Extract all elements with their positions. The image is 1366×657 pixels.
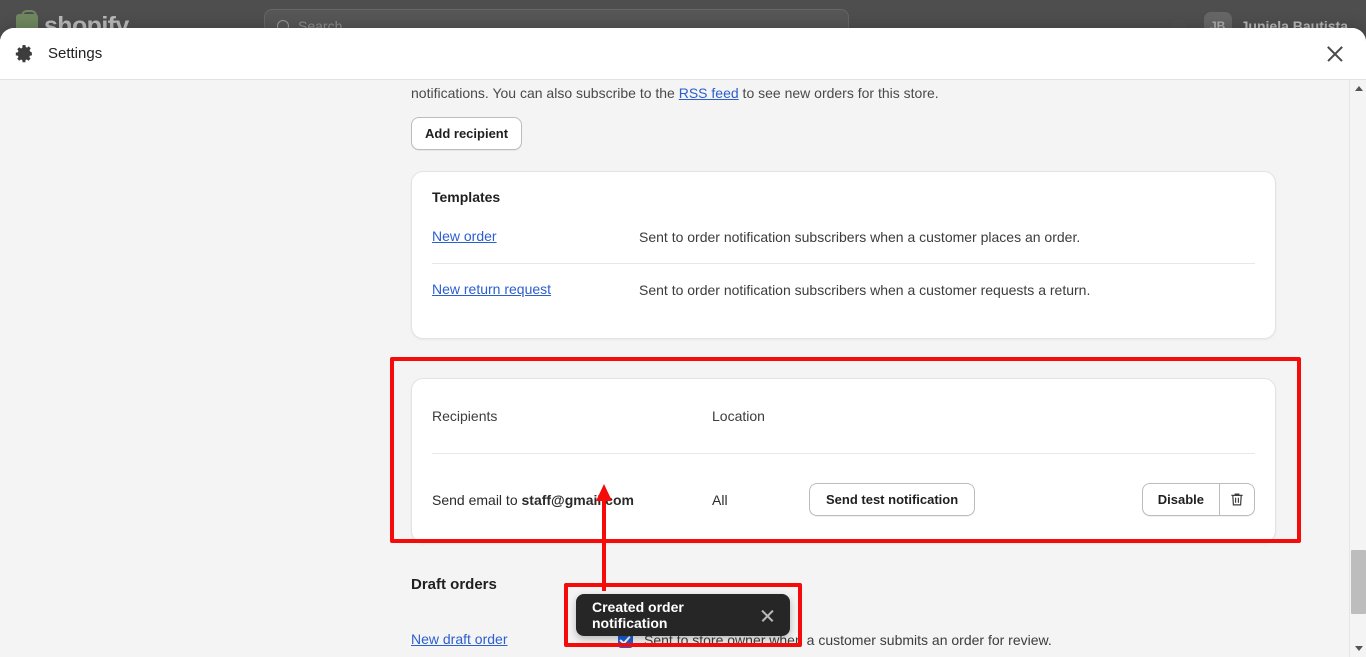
templates-title: Templates: [432, 189, 501, 205]
scroll-down-arrow-icon[interactable]: [1350, 640, 1366, 657]
recipient-email-cell: Send email to staff@gmail.com: [432, 492, 712, 508]
templates-list: New order Sent to order notification sub…: [432, 210, 1255, 316]
settings-title: Settings: [48, 45, 103, 62]
table-row: Send email to staff@gmail.com All Send t…: [432, 453, 1255, 543]
send-test-notification-button[interactable]: Send test notification: [809, 483, 976, 516]
settings-modal-header: Settings: [0, 28, 1366, 79]
recipient-prefix: Send email to: [432, 491, 522, 508]
table-row: New order Sent to order notification sub…: [432, 210, 1255, 263]
settings-modal-body: notifications. You can also subscribe to…: [0, 79, 1366, 657]
notifications-settings-content: notifications. You can also subscribe to…: [411, 80, 1276, 649]
column-header-recipients: Recipients: [432, 408, 498, 424]
gear-icon: [14, 44, 34, 64]
template-name-cell: New order: [432, 228, 639, 246]
scrollbar-thumb[interactable]: [1351, 550, 1366, 614]
toast-close-icon[interactable]: [760, 608, 774, 623]
intro-text-before: notifications. You can also subscribe to…: [411, 85, 679, 101]
recipient-actions: Disable: [1141, 483, 1255, 516]
draft-orders-row: New draft order Sent to store owner when…: [411, 631, 1276, 649]
template-description: Sent to order notification subscribers w…: [639, 228, 1081, 245]
rss-feed-link[interactable]: RSS feed: [679, 85, 739, 101]
toast-message: Created order notification: [592, 599, 684, 631]
recipient-email: staff@gmail.com: [521, 491, 634, 508]
delete-button[interactable]: [1219, 483, 1255, 516]
toast-notification: Created order notification: [576, 594, 790, 636]
template-link-new-return-request[interactable]: New return request: [432, 281, 551, 297]
scroll-up-arrow-icon[interactable]: [1350, 80, 1366, 97]
settings-modal: Settings notifications. You can also sub…: [0, 28, 1366, 657]
disable-button[interactable]: Disable: [1141, 483, 1219, 516]
template-name-cell: New return request: [432, 281, 639, 299]
recipients-table-header: Recipients Location: [432, 379, 1255, 453]
templates-card: Templates New order Sent to order notifi…: [411, 171, 1276, 339]
intro-text-after: to see new orders for this store.: [738, 85, 939, 101]
recipients-card: Recipients Location Send email to staff@…: [411, 378, 1276, 543]
vertical-scrollbar[interactable]: [1349, 80, 1366, 657]
notifications-intro-text: notifications. You can also subscribe to…: [411, 80, 1276, 103]
draft-orders-title: Draft orders: [411, 576, 497, 593]
table-row: New return request Sent to order notific…: [432, 263, 1255, 316]
template-link-new-order[interactable]: New order: [432, 228, 497, 244]
close-icon[interactable]: [1320, 39, 1350, 69]
add-recipient-button[interactable]: Add recipient: [411, 117, 523, 150]
new-draft-order-link[interactable]: New draft order: [411, 631, 507, 647]
trash-icon: [1230, 492, 1244, 507]
template-description: Sent to order notification subscribers w…: [639, 282, 1091, 298]
column-header-location: Location: [712, 408, 765, 424]
recipient-location: All: [712, 491, 728, 508]
